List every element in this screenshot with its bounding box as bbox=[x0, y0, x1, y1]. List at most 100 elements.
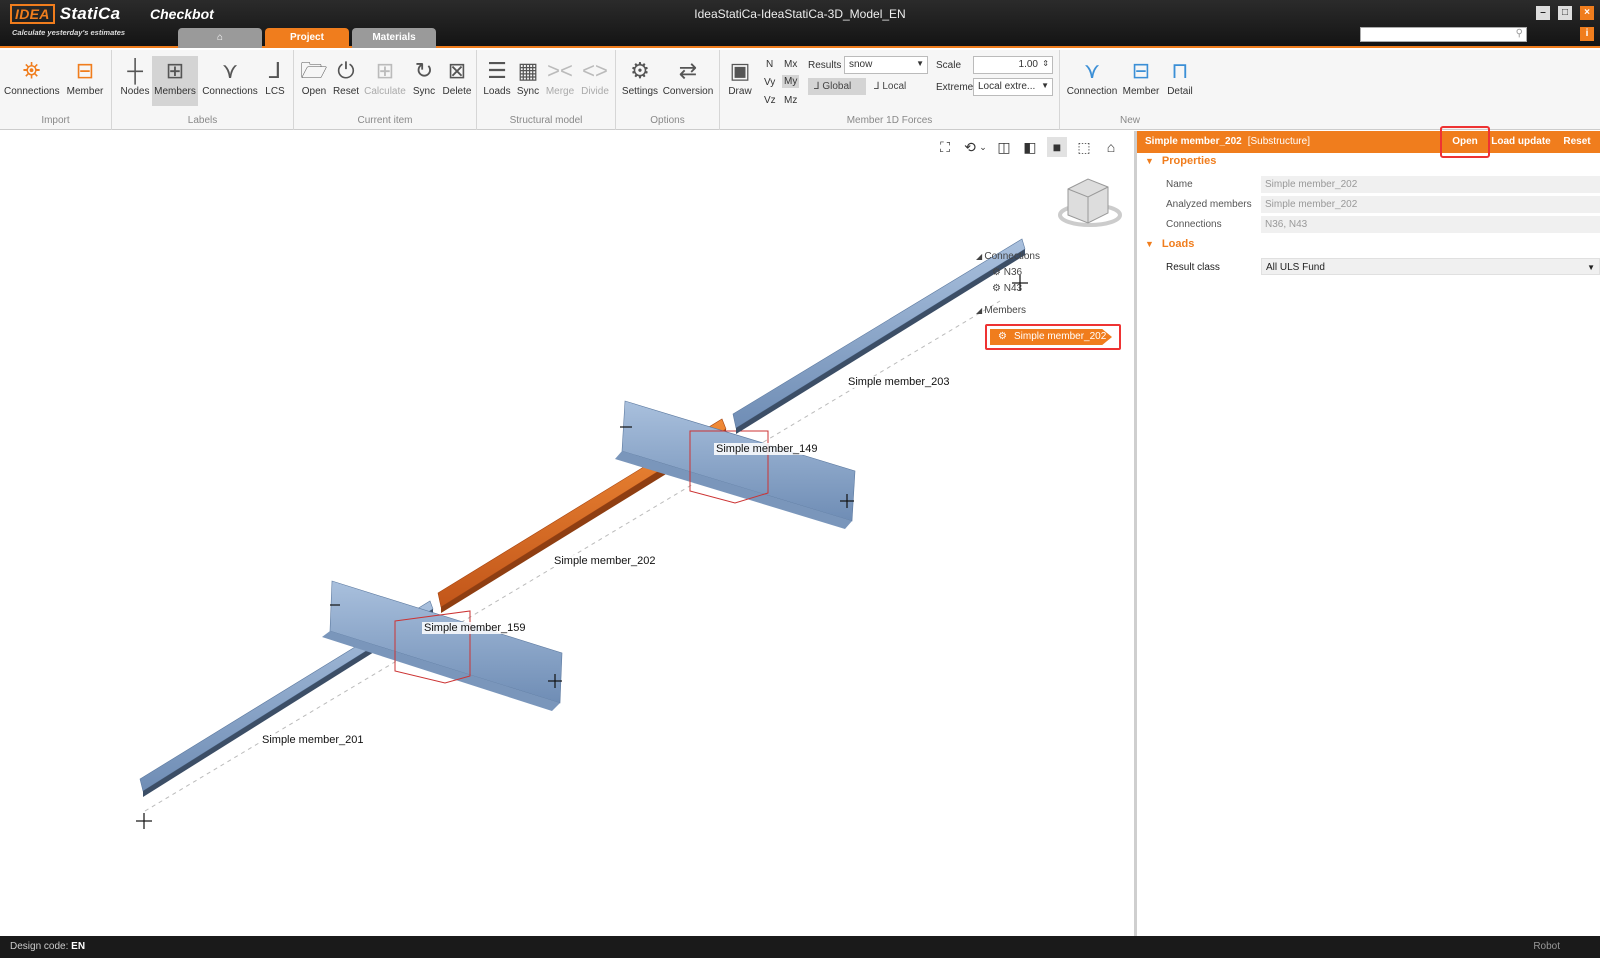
scale-input[interactable]: 1.00 ⇕ bbox=[973, 56, 1053, 74]
new-connection-button[interactable]: ⋎ Connection bbox=[1064, 56, 1120, 106]
group-structural-model: ☰ Loads ▦ Sync >< Merge <> Divide Structural… bbox=[477, 50, 616, 130]
connections-field: N36, N43 bbox=[1261, 216, 1600, 233]
group-current-item: 🗁 Open ⏻ Reset ⊞ Calculate ↻ Sync ⊠ Delete Cu… bbox=[294, 50, 477, 130]
group-label-new: New bbox=[1119, 115, 1140, 126]
lcs-axes-icon: ⅃ bbox=[268, 58, 282, 83]
info-button[interactable]: i bbox=[1580, 27, 1594, 41]
group-labels: ┼ Nodes ⊞ Members ⋎ Connections ⅃ LCS Labels bbox=[112, 50, 294, 130]
close-button[interactable]: × bbox=[1580, 6, 1594, 20]
wireframe-view-icon[interactable]: ◫ bbox=[994, 137, 1014, 157]
import-member-button[interactable]: ⊟ Member bbox=[60, 56, 110, 106]
extreme-label: Extreme bbox=[936, 82, 974, 93]
beam-member-203[interactable] bbox=[732, 238, 1026, 434]
dropdown-arrow-icon: ▼ bbox=[916, 59, 924, 68]
results-label: Results bbox=[808, 60, 842, 71]
sync-model-icon: ▦ bbox=[517, 58, 539, 83]
nodes-icon: ┼ bbox=[127, 58, 143, 83]
transparent-view-icon[interactable]: ◧ bbox=[1020, 137, 1040, 157]
robot-status: Robot bbox=[1533, 941, 1560, 952]
connections-import-icon: ⛯ bbox=[22, 58, 41, 83]
home-icon: ⌂ bbox=[216, 32, 224, 43]
analyzed-members-label: Analyzed members bbox=[1166, 199, 1252, 210]
local-toggle[interactable]: ⅃ Local bbox=[874, 81, 906, 92]
tree-members-header[interactable]: ◢ Members bbox=[976, 305, 1026, 316]
calculate-button[interactable]: ⊞ Calculate bbox=[362, 56, 408, 106]
ribbon: ⛯ Connections ⊟ Member Import ┼ Nodes ⊞ Memb… bbox=[0, 50, 1600, 130]
maximize-button[interactable]: □ bbox=[1558, 6, 1572, 20]
divide-button[interactable]: <> Divide bbox=[577, 56, 613, 106]
member-gear-icon: ⚙ bbox=[998, 331, 1007, 342]
tab-home[interactable]: ⌂ bbox=[178, 28, 262, 48]
add-connection-icon: ⋎ bbox=[1083, 58, 1101, 83]
force-my[interactable]: My bbox=[782, 75, 800, 88]
labels-nodes-button[interactable]: ┼ Nodes bbox=[116, 56, 154, 106]
search-input[interactable]: ⚲ bbox=[1360, 27, 1527, 42]
result-class-select[interactable]: All ULS Fund ▼ bbox=[1261, 258, 1600, 275]
add-detail-icon: ⊓ bbox=[1171, 58, 1189, 83]
title-bar: IDEA StatiCa Calculate yesterday's estim… bbox=[0, 0, 1600, 48]
labels-lcs-button[interactable]: ⅃ LCS bbox=[260, 56, 290, 106]
new-detail-button[interactable]: ⊓ Detail bbox=[1162, 56, 1198, 106]
force-vz[interactable]: Vz bbox=[764, 95, 776, 106]
properties-panel: Simple member_202 [Substructure] Open Loa… bbox=[1137, 126, 1600, 936]
force-mz[interactable]: Mz bbox=[784, 95, 797, 106]
section-properties[interactable]: ▼ Properties bbox=[1145, 155, 1216, 167]
chevron-down-icon[interactable]: ⌄ bbox=[973, 137, 993, 157]
tab-project[interactable]: Project bbox=[265, 28, 349, 48]
name-field: Simple member_202 bbox=[1261, 176, 1600, 193]
collapse-triangle-icon: ▼ bbox=[1145, 239, 1154, 249]
settings-button[interactable]: ⚙ Settings bbox=[620, 56, 660, 106]
add-member-icon: ⊟ bbox=[1131, 58, 1151, 83]
search-icon: ⚲ bbox=[1515, 28, 1523, 39]
extreme-select[interactable]: Local extre... ▼ bbox=[973, 78, 1053, 96]
solid-view-icon[interactable]: ■ bbox=[1047, 137, 1067, 157]
minimize-button[interactable]: – bbox=[1536, 6, 1550, 20]
sync-item-button[interactable]: ↻ Sync bbox=[408, 56, 440, 106]
gear-icon: ⚙ bbox=[992, 267, 1004, 278]
connections-label: Connections bbox=[1166, 219, 1222, 230]
3d-viewport[interactable]: ⛶ ⟲ ⌄ ◫ ◧ ■ ⬚ ⌂ Simple member_203 Simple… bbox=[0, 131, 1134, 936]
labels-members-button[interactable]: ⊞ Members bbox=[152, 56, 198, 106]
results-select[interactable]: snow ▼ bbox=[844, 56, 928, 74]
design-code: Design code: EN bbox=[10, 941, 86, 952]
open-member-button[interactable]: Open bbox=[1440, 126, 1490, 158]
group-label-structural-model: Structural model bbox=[509, 115, 583, 126]
label-member-149: Simple member_149 bbox=[714, 443, 820, 455]
tree-item-n43[interactable]: ⚙ N43 bbox=[992, 283, 1022, 294]
open-button[interactable]: 🗁 Open bbox=[298, 56, 330, 106]
home-view-icon[interactable]: ⌂ bbox=[1101, 137, 1121, 157]
tree-item-simple-member-202[interactable]: ⚙ Simple member_202 bbox=[985, 324, 1121, 350]
new-member-button[interactable]: ⊟ Member bbox=[1120, 56, 1162, 106]
tree-item-n36[interactable]: ⚙ N36 bbox=[992, 267, 1022, 278]
conversion-button[interactable]: ⇄ Conversion bbox=[660, 56, 716, 106]
sync-icon: ↻ bbox=[414, 58, 434, 83]
gear-icon: ⚙ bbox=[630, 58, 650, 83]
panel-title: Simple member_202 bbox=[1145, 136, 1242, 147]
group-import: ⛯ Connections ⊟ Member Import bbox=[0, 50, 112, 130]
reset-member-button[interactable]: Reset bbox=[1557, 131, 1597, 153]
group-label-import: Import bbox=[41, 115, 70, 126]
fullscreen-icon[interactable]: ⛶ bbox=[935, 137, 955, 157]
reset-button[interactable]: ⏻ Reset bbox=[330, 56, 362, 106]
load-update-button[interactable]: Load update bbox=[1486, 131, 1556, 153]
3d-model-canvas[interactable] bbox=[0, 131, 1134, 936]
force-mx[interactable]: Mx bbox=[784, 59, 797, 70]
force-n[interactable]: N bbox=[766, 59, 773, 70]
draw-button[interactable]: ▣ Draw bbox=[724, 56, 756, 106]
force-vy[interactable]: Vy bbox=[764, 77, 775, 88]
tree-connections-header[interactable]: ◢ Connections bbox=[976, 251, 1040, 262]
labels-connections-button[interactable]: ⋎ Connections bbox=[200, 56, 260, 106]
import-connections-button[interactable]: ⛯ Connections bbox=[4, 56, 60, 106]
merge-button[interactable]: >< Merge bbox=[543, 56, 577, 106]
merge-icon: >< bbox=[547, 58, 573, 83]
global-toggle[interactable]: ⅃ Global bbox=[808, 78, 866, 95]
tab-materials[interactable]: Materials bbox=[352, 28, 436, 48]
analyzed-members-field: Simple member_202 bbox=[1261, 196, 1600, 213]
section-loads[interactable]: ▼ Loads bbox=[1145, 238, 1194, 250]
power-icon: ⏻ bbox=[337, 58, 355, 83]
delete-button[interactable]: ⊠ Delete bbox=[440, 56, 474, 106]
loads-button[interactable]: ☰ Loads bbox=[481, 56, 513, 106]
sync-model-button[interactable]: ▦ Sync bbox=[513, 56, 543, 106]
section-view-icon[interactable]: ⬚ bbox=[1074, 137, 1094, 157]
view-cube[interactable] bbox=[1058, 178, 1122, 227]
